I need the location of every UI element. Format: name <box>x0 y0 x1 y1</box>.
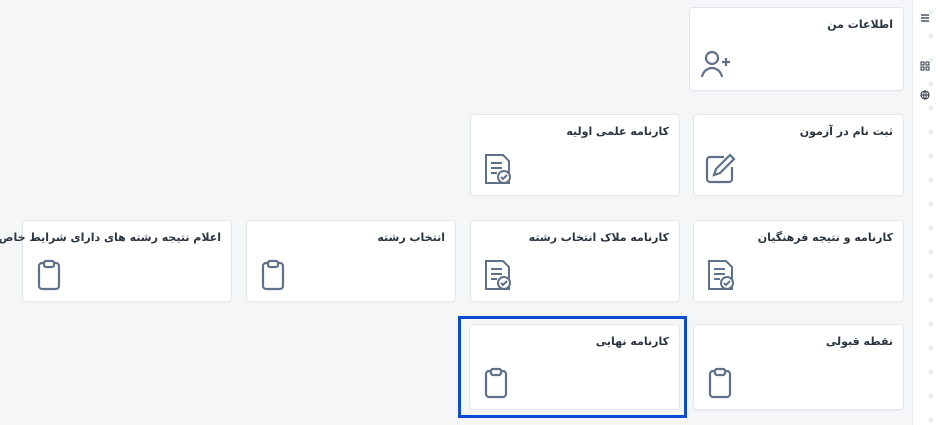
user-add-icon <box>696 44 736 84</box>
card-title: کارنامه ملاک انتخاب رشته <box>528 231 669 244</box>
document-check-icon <box>700 255 740 295</box>
document-check-icon <box>477 149 517 189</box>
card-cultural-scorecard[interactable]: کارنامه و نتیجه فرهنگیان <box>693 220 904 302</box>
clipboard-icon <box>29 255 69 295</box>
card-title: اعلام نتیجه رشته های دارای شرایط خاص <box>0 231 221 244</box>
document-check-icon <box>477 255 517 295</box>
card-major-selection[interactable]: انتخاب رشته <box>246 220 456 302</box>
card-title: اطلاعات من <box>827 18 893 31</box>
edit-icon <box>700 149 740 189</box>
decorative-pattern <box>925 0 936 425</box>
card-final-scorecard[interactable]: کارنامه نهایی <box>469 324 680 410</box>
clipboard-icon <box>253 255 293 295</box>
card-exam-registration[interactable]: ثبت نام در آزمون <box>693 114 904 196</box>
card-my-info[interactable]: اطلاعات من <box>689 7 904 91</box>
card-title: کارنامه نهایی <box>595 335 669 348</box>
card-title: انتخاب رشته <box>377 231 445 244</box>
card-special-conditions-result[interactable]: اعلام نتیجه رشته های دارای شرایط خاص <box>0 220 232 302</box>
card-title: کارنامه علمی اولیه <box>566 125 669 138</box>
card-title: کارنامه و نتیجه فرهنگیان <box>757 231 893 244</box>
clipboard-icon <box>700 363 740 403</box>
card-title: نقطه قبولی <box>825 335 893 348</box>
card-initial-scorecard[interactable]: کارنامه علمی اولیه <box>470 114 680 196</box>
card-title: ثبت نام در آزمون <box>799 125 893 138</box>
clipboard-icon <box>476 363 516 403</box>
card-acceptance-score[interactable]: نقطه قبولی <box>693 324 904 410</box>
right-rail <box>912 0 936 425</box>
card-major-selection-scorecard[interactable]: کارنامه ملاک انتخاب رشته <box>470 220 680 302</box>
